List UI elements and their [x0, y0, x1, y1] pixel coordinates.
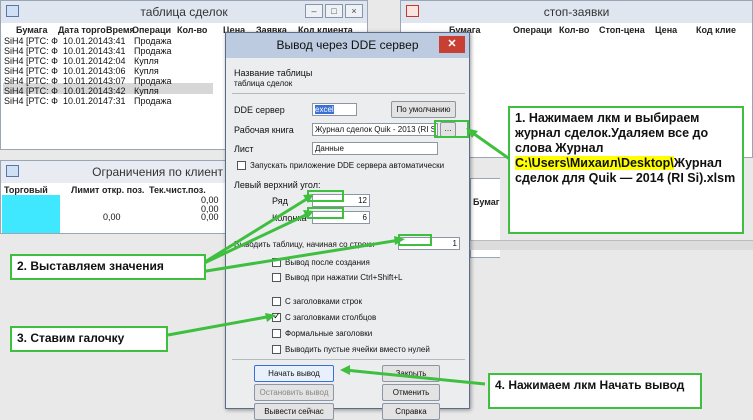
callout-step-3: 3. Ставим галочку — [10, 326, 168, 352]
callout-step-2: 2. Выставляем значения — [10, 254, 206, 280]
arrow — [344, 368, 486, 386]
callout-step-4: 4. Нажимаем лкм Начать вывод — [488, 373, 702, 409]
arrow — [167, 314, 273, 337]
arrow-head — [340, 365, 350, 375]
arrow — [469, 129, 512, 162]
arrow — [199, 195, 311, 267]
arrow-head — [265, 313, 276, 322]
callout-step-1: 1. Нажимаем лкм и выбираем журнал сделок… — [508, 106, 744, 234]
arrow-head — [394, 236, 405, 245]
callout-1-text: 1. Нажимаем лкм и выбираем журнал сделок… — [515, 111, 709, 155]
callout-1-path: C:\Users\Михаил\Desktop\ — [515, 156, 674, 170]
